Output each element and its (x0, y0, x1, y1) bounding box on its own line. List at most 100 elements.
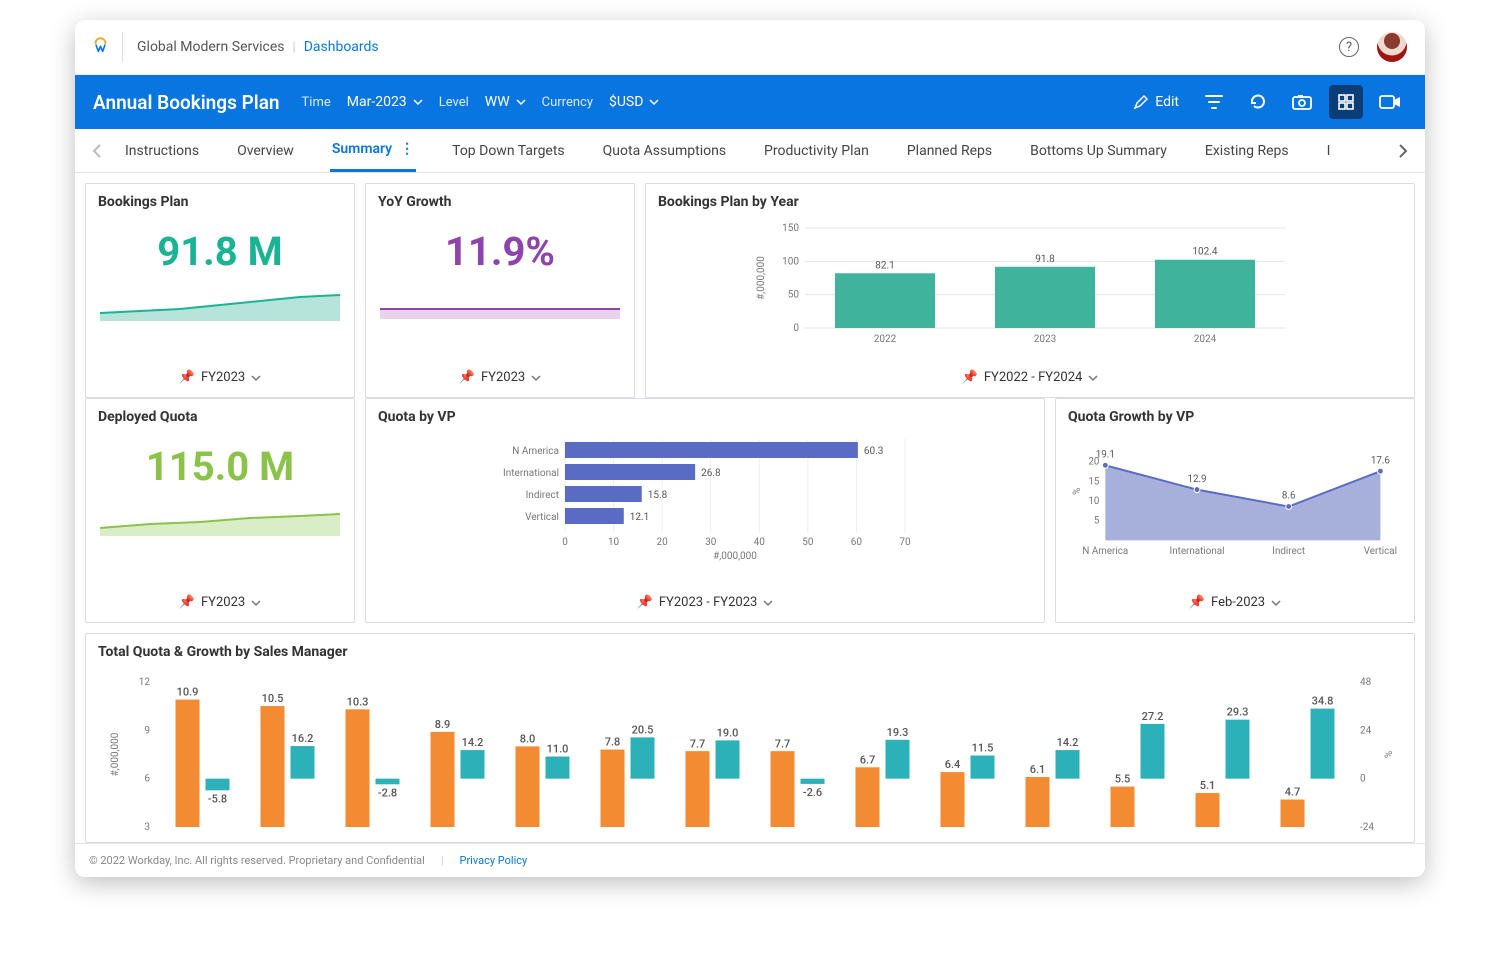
chevron-down-icon (413, 98, 423, 106)
svg-text:15: 15 (1088, 476, 1100, 487)
card-period-selector[interactable]: 📌FY2023 - FY2023 (366, 585, 1044, 622)
card-total-quota-growth: Total Quota & Growth by Sales Manager 36… (85, 633, 1415, 843)
card-deployed-quota: Deployed Quota 115.0 M 📌FY2023 (85, 398, 355, 623)
svg-text:8.0: 8.0 (520, 732, 536, 745)
filter-icon[interactable] (1197, 85, 1231, 119)
card-period-selector[interactable]: 📌FY2023 (366, 360, 634, 397)
chevron-down-icon (531, 374, 541, 382)
filter-currency-value[interactable]: $USD (609, 94, 659, 110)
svg-text:Vertical: Vertical (1364, 546, 1397, 557)
svg-text:International: International (1170, 546, 1225, 557)
footer: © 2022 Workday, Inc. All rights reserved… (75, 843, 1425, 877)
svg-text:Indirect: Indirect (1272, 546, 1305, 557)
svg-text:40: 40 (754, 537, 766, 548)
grid-view-icon[interactable] (1329, 85, 1363, 119)
svg-text:7.7: 7.7 (775, 737, 791, 750)
svg-text:10: 10 (608, 537, 620, 548)
card-title: Quota Growth by VP (1056, 399, 1414, 429)
svg-text:150: 150 (782, 223, 799, 234)
svg-text:14.2: 14.2 (462, 736, 484, 749)
filter-time-value[interactable]: Mar-2023 (347, 94, 423, 110)
tab-bottoms-up-summary[interactable]: Bottoms Up Summary (1028, 129, 1169, 172)
tab-productivity-plan[interactable]: Productivity Plan (762, 129, 871, 172)
svg-text:6.4: 6.4 (945, 758, 961, 771)
svg-text:20: 20 (657, 537, 669, 548)
tab-instructions[interactable]: Instructions (123, 129, 201, 172)
svg-text:9: 9 (144, 725, 150, 736)
help-icon[interactable]: ? (1339, 37, 1359, 57)
tab-existing-reps[interactable]: Existing Reps (1203, 129, 1291, 172)
svg-text:#,000,000: #,000,000 (110, 732, 121, 776)
card-period-selector[interactable]: 📌FY2023 (86, 585, 354, 622)
pin-icon: 📌 (459, 370, 475, 385)
bookings-plan-value: 91.8 M (98, 218, 342, 281)
avatar[interactable] (1377, 32, 1407, 62)
camera-icon[interactable] (1285, 85, 1319, 119)
card-yoy-growth: YoY Growth 11.9% 📌FY2023 (365, 183, 635, 398)
svg-text:#,000,000: #,000,000 (756, 256, 767, 300)
pin-icon: 📌 (179, 370, 195, 385)
svg-text:10.9: 10.9 (177, 686, 199, 699)
privacy-link[interactable]: Privacy Policy (460, 854, 528, 867)
svg-text:-2.6: -2.6 (803, 786, 822, 799)
svg-text:17.6: 17.6 (1371, 455, 1391, 466)
svg-text:5.5: 5.5 (1115, 773, 1131, 786)
refresh-icon[interactable] (1241, 85, 1275, 119)
svg-text:6.1: 6.1 (1030, 763, 1046, 776)
svg-text:%: % (1072, 488, 1083, 495)
svg-text:0: 0 (562, 537, 568, 548)
svg-text:10: 10 (1088, 496, 1099, 507)
card-title: Bookings Plan (86, 184, 354, 214)
svg-text:60: 60 (851, 537, 863, 548)
card-bookings-by-year: Bookings Plan by Year 050100150#,000,000… (645, 183, 1415, 398)
tab-overview[interactable]: Overview (235, 129, 296, 172)
chevron-down-icon (251, 374, 261, 382)
svg-text:10.5: 10.5 (262, 692, 284, 705)
page-title: Annual Bookings Plan (93, 91, 280, 114)
svg-text:11.5: 11.5 (972, 742, 994, 755)
svg-text:12.1: 12.1 (630, 512, 650, 523)
card-bookings-plan: Bookings Plan 91.8 M 📌FY2023 (85, 183, 355, 398)
org-name: Global Modern Services (137, 39, 285, 55)
tab-scroll-right[interactable] (1389, 137, 1417, 165)
tab-scroll-left[interactable] (83, 137, 111, 165)
card-period-selector[interactable]: 📌FY2023 (86, 360, 354, 397)
filter-time-label: Time (302, 95, 331, 110)
chevron-down-icon (1088, 374, 1098, 382)
svg-text:19.1: 19.1 (1096, 449, 1115, 460)
card-period-selector[interactable]: 📌FY2022 - FY2024 (646, 360, 1414, 397)
tab-summary[interactable]: Summary⋮ (330, 129, 416, 172)
filter-level-value[interactable]: WW (485, 94, 526, 110)
workday-logo[interactable] (93, 32, 123, 62)
topbar: Global Modern Services | Dashboards ? (75, 20, 1425, 75)
svg-text:48: 48 (1360, 677, 1372, 688)
tab-quota-assumptions[interactable]: Quota Assumptions (601, 129, 728, 172)
svg-text:5: 5 (1094, 516, 1100, 527)
pin-icon: 📌 (1189, 595, 1205, 610)
present-icon[interactable] (1373, 85, 1407, 119)
svg-text:19.0: 19.0 (717, 726, 739, 739)
svg-text:%: % (1384, 751, 1395, 758)
bookings-sparkline (98, 281, 342, 321)
svg-text:12: 12 (139, 677, 151, 688)
yoy-sparkline (378, 281, 622, 321)
card-period-selector[interactable]: 📌Feb-2023 (1056, 585, 1414, 622)
pin-icon: 📌 (637, 595, 653, 610)
card-quota-by-vp: Quota by VP 010203040506070#,000,000N Am… (365, 398, 1045, 623)
svg-text:4.7: 4.7 (1285, 786, 1301, 799)
svg-text:70: 70 (899, 537, 911, 548)
breadcrumb-dashboards[interactable]: Dashboards (304, 39, 379, 55)
svg-text:Indirect: Indirect (526, 490, 559, 501)
tab-i[interactable]: I (1325, 129, 1333, 172)
svg-text:11.0: 11.0 (547, 743, 569, 756)
edit-button[interactable]: Edit (1125, 88, 1187, 116)
svg-text:-24: -24 (1360, 822, 1374, 833)
card-title: Total Quota & Growth by Sales Manager (86, 634, 1414, 664)
tab-planned-reps[interactable]: Planned Reps (905, 129, 994, 172)
quota-vp-chart: 010203040506070#,000,000N America60.3Int… (378, 433, 1032, 573)
tab-options-icon[interactable]: ⋮ (400, 141, 414, 157)
svg-text:12.9: 12.9 (1187, 474, 1206, 485)
tab-top-down-targets[interactable]: Top Down Targets (450, 129, 567, 172)
svg-text:2023: 2023 (1034, 334, 1056, 345)
deployed-quota-value: 115.0 M (98, 433, 342, 496)
